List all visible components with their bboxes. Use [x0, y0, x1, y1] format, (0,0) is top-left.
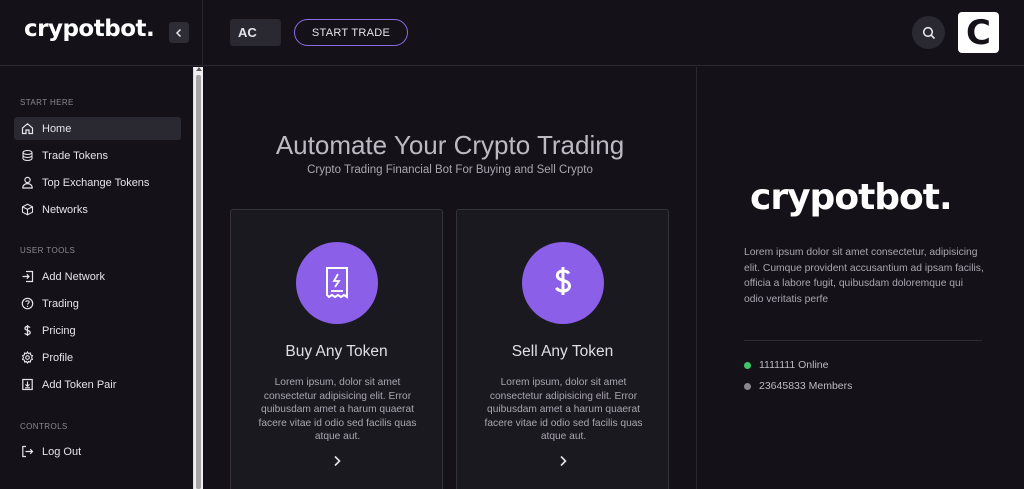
scroll-up-arrow-icon[interactable]: [196, 67, 202, 71]
avatar[interactable]: C: [958, 12, 999, 53]
gear-icon: [20, 351, 34, 365]
main-content: Automate Your Crypto Trading Crypto Trad…: [203, 67, 697, 489]
sidebar-item-trading[interactable]: Trading: [14, 292, 181, 315]
sidebar-item-label: Log Out: [42, 445, 82, 458]
app: crypotbot. AC START TRADE C START HERE H…: [0, 0, 1024, 489]
scrollbar-thumb[interactable]: [196, 75, 201, 489]
divider: [744, 340, 982, 341]
sidebar-item-label: Trade Tokens: [42, 149, 109, 162]
page-subtitle: Crypto Trading Financial Bot For Buying …: [307, 164, 593, 176]
sidebar-item-label: Profile: [42, 351, 74, 364]
card-title: Buy Any Token: [285, 343, 388, 360]
sidebar-item-log-out[interactable]: Log Out: [14, 440, 181, 463]
right-panel-logo: crypotbot.: [750, 177, 953, 218]
dollar-icon: [20, 324, 34, 338]
buy-token-card[interactable]: Buy Any Token Lorem ipsum, dolor sit ame…: [230, 209, 443, 489]
sidebar-item-label: Add Token Pair: [42, 378, 117, 391]
right-panel: crypotbot. Lorem ipsum dolor sit amet co…: [698, 67, 1024, 489]
section-label-controls: CONTROLS: [20, 422, 68, 431]
download-box-icon: [20, 378, 34, 392]
sidebar-item-label: Trading: [42, 297, 79, 310]
dollar-icon: [522, 242, 604, 324]
online-count-label: 1111111 Online: [759, 359, 829, 371]
sidebar-item-profile[interactable]: Profile: [14, 346, 181, 369]
user-icon: [20, 176, 34, 190]
chevron-right-icon[interactable]: [555, 453, 571, 469]
chevron-right-icon[interactable]: [329, 453, 345, 469]
collapse-sidebar-button[interactable]: [169, 22, 189, 43]
sidebar-item-label: Add Network: [42, 270, 105, 283]
chevron-left-icon: [175, 28, 182, 37]
top-bar: crypotbot. AC START TRADE C: [0, 0, 1024, 66]
avatar-letter: C: [966, 12, 991, 53]
sidebar-item-home[interactable]: Home: [14, 117, 181, 140]
account-code-badge[interactable]: AC: [230, 19, 281, 46]
online-count: 1111111 Online: [744, 359, 828, 371]
home-icon: [20, 122, 34, 136]
sidebar-item-label: Top Exchange Tokens: [42, 176, 150, 189]
sidebar-item-add-token-pair[interactable]: Add Token Pair: [14, 373, 181, 396]
sidebar-item-label: Networks: [42, 203, 88, 216]
section-label-user-tools: USER TOOLS: [20, 246, 76, 255]
receipt-icon: [296, 242, 378, 324]
sidebar-item-pricing[interactable]: Pricing: [14, 319, 181, 342]
members-status-dot: [744, 382, 751, 390]
sidebar-item-add-network[interactable]: Add Network: [14, 265, 181, 288]
sidebar: START HERE Home Trade Tokens Top Exchang…: [0, 67, 193, 489]
page-title: Automate Your Crypto Trading: [275, 130, 625, 160]
brand-area: crypotbot.: [0, 0, 203, 66]
online-status-dot: [744, 361, 751, 369]
card-text: Lorem ipsum, dolor sit amet consectetur …: [258, 377, 417, 442]
coins-icon: [20, 149, 34, 163]
search-icon: [922, 26, 935, 39]
sidebar-scrollbar[interactable]: [193, 67, 203, 489]
members-count-label: 23645833 Members: [759, 380, 853, 392]
logout-icon: [20, 445, 34, 459]
search-button[interactable]: [912, 16, 945, 49]
card-title: Sell Any Token: [511, 343, 614, 360]
section-label-start-here: START HERE: [20, 98, 74, 107]
card-text: Lorem ipsum, dolor sit amet consectetur …: [484, 377, 643, 442]
text-fade-overlay: [838, 289, 948, 309]
sidebar-item-label: Pricing: [42, 324, 76, 337]
logo[interactable]: crypotbot.: [24, 16, 155, 42]
sidebar-item-top-exchange-tokens[interactable]: Top Exchange Tokens: [14, 171, 181, 194]
cube-icon: [20, 203, 34, 217]
help-circle-icon: [20, 297, 34, 311]
sidebar-item-trade-tokens[interactable]: Trade Tokens: [14, 144, 181, 167]
arrow-right-box-icon: [20, 270, 34, 284]
sidebar-item-label: Home: [42, 122, 72, 135]
sidebar-item-networks[interactable]: Networks: [14, 198, 181, 221]
members-count: 23645833 Members: [744, 380, 852, 392]
sell-token-card[interactable]: Sell Any Token Lorem ipsum, dolor sit am…: [456, 209, 669, 489]
start-trade-button[interactable]: START TRADE: [294, 19, 408, 46]
